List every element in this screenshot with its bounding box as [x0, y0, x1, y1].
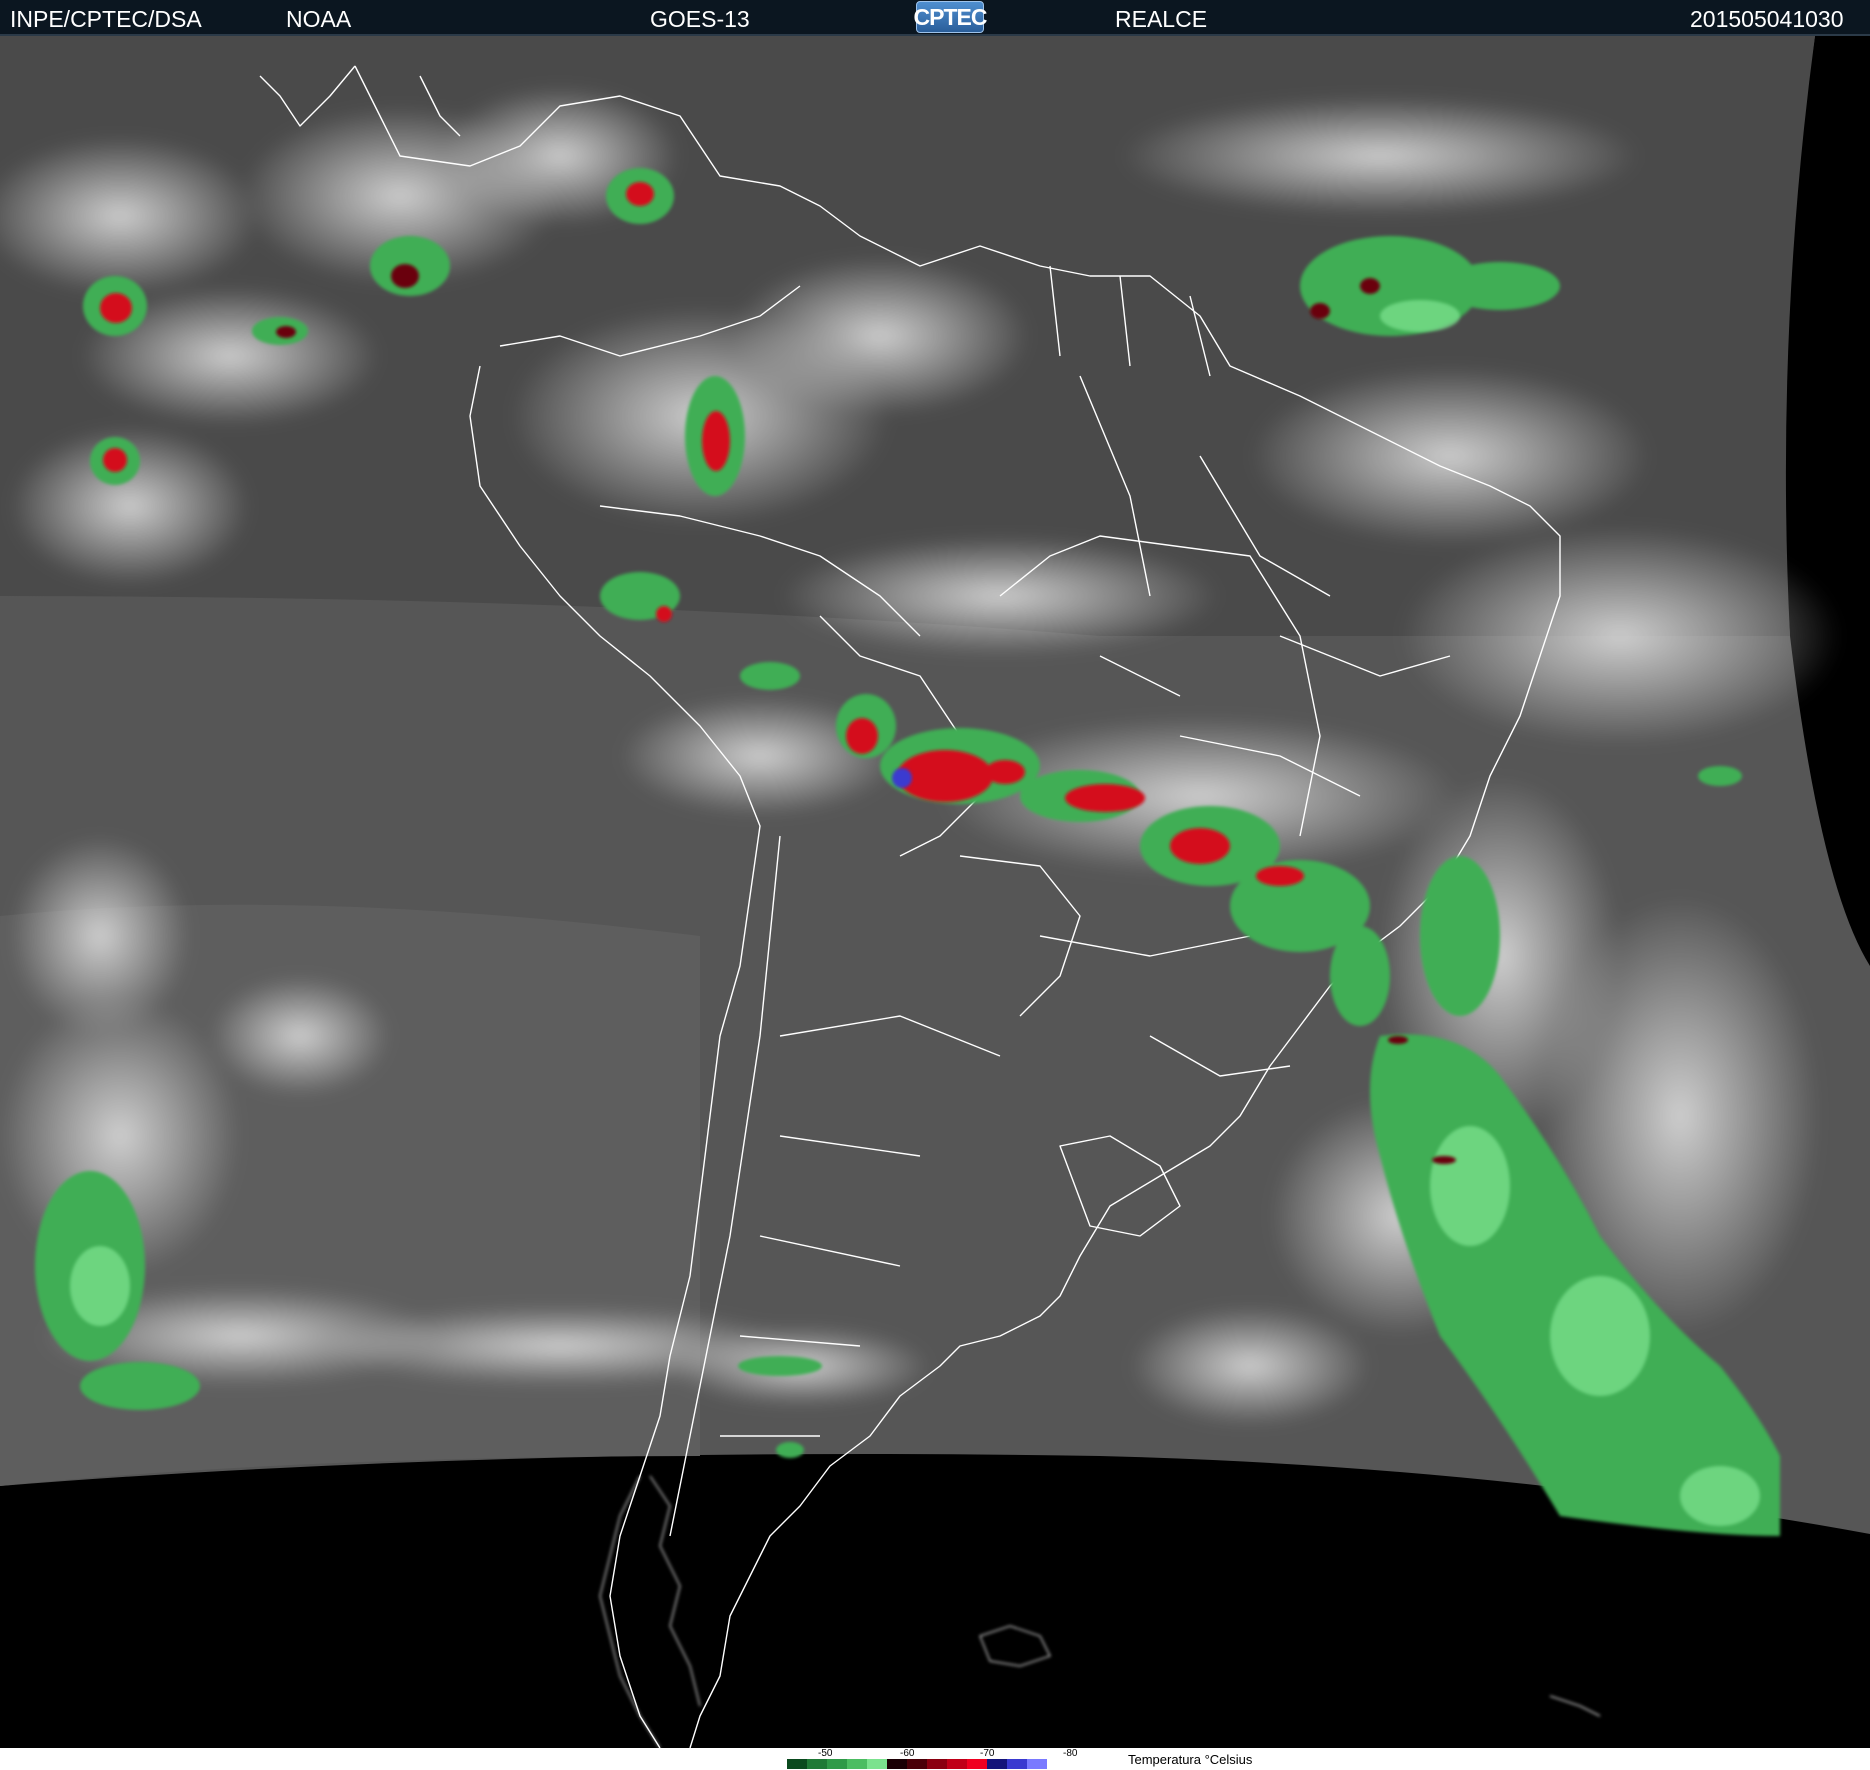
- timestamp-label: 201505041030: [1690, 6, 1844, 32]
- cptec-logo: CPTEC: [913, 1, 988, 33]
- legend-title: Temperatura °Celsius: [1128, 1752, 1253, 1767]
- legend-swatch: [967, 1759, 987, 1769]
- satellite-map: [0, 36, 1870, 1748]
- legend-swatch: [947, 1759, 967, 1769]
- legend-swatch: [827, 1759, 847, 1769]
- logo-text: CPTEC: [913, 3, 988, 30]
- legend-tick: -50: [818, 1748, 833, 1759]
- product-label: REALCE: [1115, 6, 1208, 32]
- legend-swatch: [927, 1759, 947, 1769]
- legend-swatch: [907, 1759, 927, 1769]
- legend-swatch: [1007, 1759, 1027, 1769]
- legend-swatch: [847, 1759, 867, 1769]
- legend-swatch: [807, 1759, 827, 1769]
- legend-tick: -70: [980, 1748, 995, 1759]
- legend-swatch: [1027, 1759, 1047, 1769]
- legend-swatch: [787, 1759, 807, 1769]
- legend-tick: -60: [900, 1748, 915, 1759]
- temperature-legend: -50 -60 -70 -80 Temperatura °Celsius: [0, 1748, 1870, 1770]
- legend-swatch: [887, 1759, 907, 1769]
- legend-swatch: [867, 1759, 887, 1769]
- satellite-label: GOES-13: [650, 6, 750, 32]
- coldest-cloud-blue: [892, 768, 912, 788]
- agency-label: NOAA: [286, 6, 352, 32]
- header-bar: INPE/CPTEC/DSA NOAA GOES-13 CPTEC REALCE…: [0, 0, 1870, 36]
- legend-swatch: [987, 1759, 1007, 1769]
- legend-tick: -80: [1063, 1748, 1078, 1759]
- source-label: INPE/CPTEC/DSA: [10, 6, 202, 32]
